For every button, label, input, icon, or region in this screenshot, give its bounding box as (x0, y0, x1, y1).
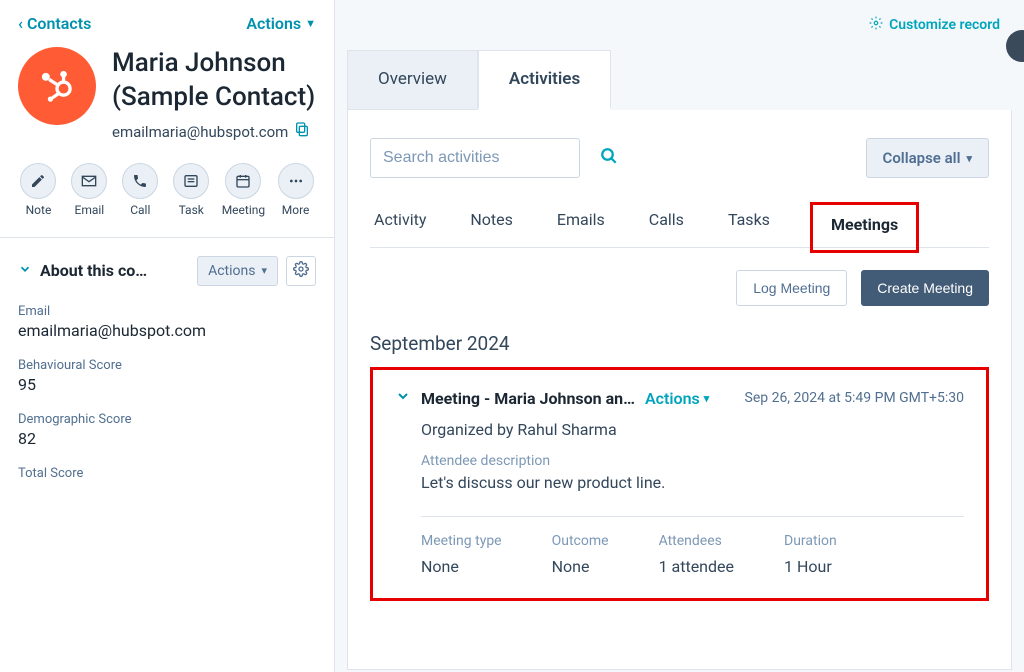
calendar-icon (225, 163, 261, 199)
qa-label: Task (179, 203, 204, 217)
contact-field: Behavioural Score 95 (18, 358, 316, 394)
email-action[interactable]: Email (69, 163, 110, 217)
meta-value: None (552, 557, 609, 576)
qa-label: Call (130, 203, 150, 217)
qa-label: Email (75, 203, 105, 217)
highlight-box: Meetings (810, 202, 919, 253)
meeting-title: Meeting - Maria Johnson an… (421, 389, 635, 408)
settings-button[interactable] (286, 256, 316, 286)
qa-label: Meeting (222, 203, 265, 217)
contact-actions-dropdown[interactable]: Actions ▼ (246, 14, 316, 33)
caret-down-icon: ▾ (966, 152, 972, 165)
hubspot-logo-icon (36, 65, 78, 107)
meta-label: Outcome (552, 533, 609, 549)
chevron-down-icon[interactable] (395, 388, 411, 408)
chevron-left-icon: ‹ (18, 14, 23, 33)
create-meeting-button[interactable]: Create Meeting (861, 270, 989, 306)
qa-label: More (282, 203, 310, 217)
meeting-meta: Duration 1 Hour (784, 533, 837, 576)
chevron-down-icon[interactable] (18, 261, 32, 280)
meta-value: 1 Hour (784, 557, 837, 576)
task-action[interactable]: Task (171, 163, 212, 217)
tab-overview[interactable]: Overview (347, 50, 478, 110)
about-section-title: About this co… (40, 261, 147, 280)
field-value: 82 (18, 429, 316, 448)
envelope-icon (71, 163, 107, 199)
activity-search[interactable] (370, 138, 580, 178)
meeting-organizer: Organized by Rahul Sharma (421, 420, 964, 439)
actions-label: Actions (246, 14, 301, 33)
list-icon (173, 163, 209, 199)
back-label: Contacts (27, 14, 91, 33)
caret-down-icon: ▾ (704, 392, 710, 405)
meta-label: Meeting type (421, 533, 502, 549)
field-label: Total Score (18, 466, 316, 481)
collapse-all-button[interactable]: Collapse all ▾ (866, 138, 989, 178)
meeting-timestamp: Sep 26, 2024 at 5:49 PM GMT+5:30 (745, 390, 965, 406)
meeting-card: Meeting - Maria Johnson an… Actions ▾ Se… (370, 367, 989, 601)
subtab-activity[interactable]: Activity (370, 202, 430, 247)
note-action[interactable]: Note (18, 163, 59, 217)
caret-down-icon: ▼ (305, 17, 316, 30)
attendee-desc-label: Attendee description (421, 453, 964, 469)
meta-value: 1 attendee (659, 557, 734, 576)
contact-field: Demographic Score 82 (18, 412, 316, 448)
meeting-meta: Attendees 1 attendee (659, 533, 734, 576)
search-input[interactable] (383, 149, 590, 167)
subtab-meetings[interactable]: Meetings (827, 207, 902, 248)
field-label: Behavioural Score (18, 358, 316, 373)
log-meeting-button[interactable]: Log Meeting (736, 270, 847, 306)
contact-field: Total Score (18, 466, 316, 481)
contact-name: Maria Johnson (Sample Contact) (112, 47, 316, 115)
customize-record-link[interactable]: Customize record (869, 16, 1000, 34)
meeting-actions-dropdown[interactable]: Actions ▾ (645, 389, 709, 408)
meeting-meta: Meeting type None (421, 533, 502, 576)
search-icon (600, 147, 618, 169)
attendee-desc: Let's discuss our new product line. (421, 473, 964, 492)
meeting-action[interactable]: Meeting (222, 163, 265, 217)
tab-activities[interactable]: Activities (478, 50, 611, 110)
about-actions-dropdown[interactable]: Actions ▾ (197, 256, 278, 286)
contact-sidebar: ‹ Contacts Actions ▼ (0, 0, 335, 672)
contact-email: emailmaria@hubspot.com (112, 123, 288, 141)
qa-label: Note (26, 203, 52, 217)
customize-label: Customize record (889, 17, 1000, 33)
contact-field: Email emailmaria@hubspot.com (18, 304, 316, 340)
back-to-contacts[interactable]: ‹ Contacts (18, 14, 91, 33)
avatar (18, 47, 96, 125)
more-action[interactable]: More (275, 163, 316, 217)
copy-icon[interactable] (294, 121, 310, 141)
gear-icon (293, 261, 309, 281)
call-action[interactable]: Call (120, 163, 161, 217)
main-panel: Customize record OverviewActivities Coll… (335, 0, 1024, 672)
subtab-tasks[interactable]: Tasks (724, 202, 774, 247)
meeting-meta: Outcome None (552, 533, 609, 576)
caret-down-icon: ▾ (261, 264, 267, 277)
meta-label: Attendees (659, 533, 734, 549)
dots-icon (278, 163, 314, 199)
field-value: 95 (18, 375, 316, 394)
subtab-notes[interactable]: Notes (466, 202, 517, 247)
month-header: September 2024 (370, 332, 989, 355)
field-label: Email (18, 304, 316, 319)
field-value: emailmaria@hubspot.com (18, 321, 316, 340)
field-label: Demographic Score (18, 412, 316, 427)
subtab-calls[interactable]: Calls (645, 202, 688, 247)
phone-icon (122, 163, 158, 199)
subtab-emails[interactable]: Emails (553, 202, 609, 247)
pencil-icon (20, 163, 56, 199)
meta-label: Duration (784, 533, 837, 549)
meta-value: None (421, 557, 502, 576)
gear-icon (869, 16, 883, 34)
